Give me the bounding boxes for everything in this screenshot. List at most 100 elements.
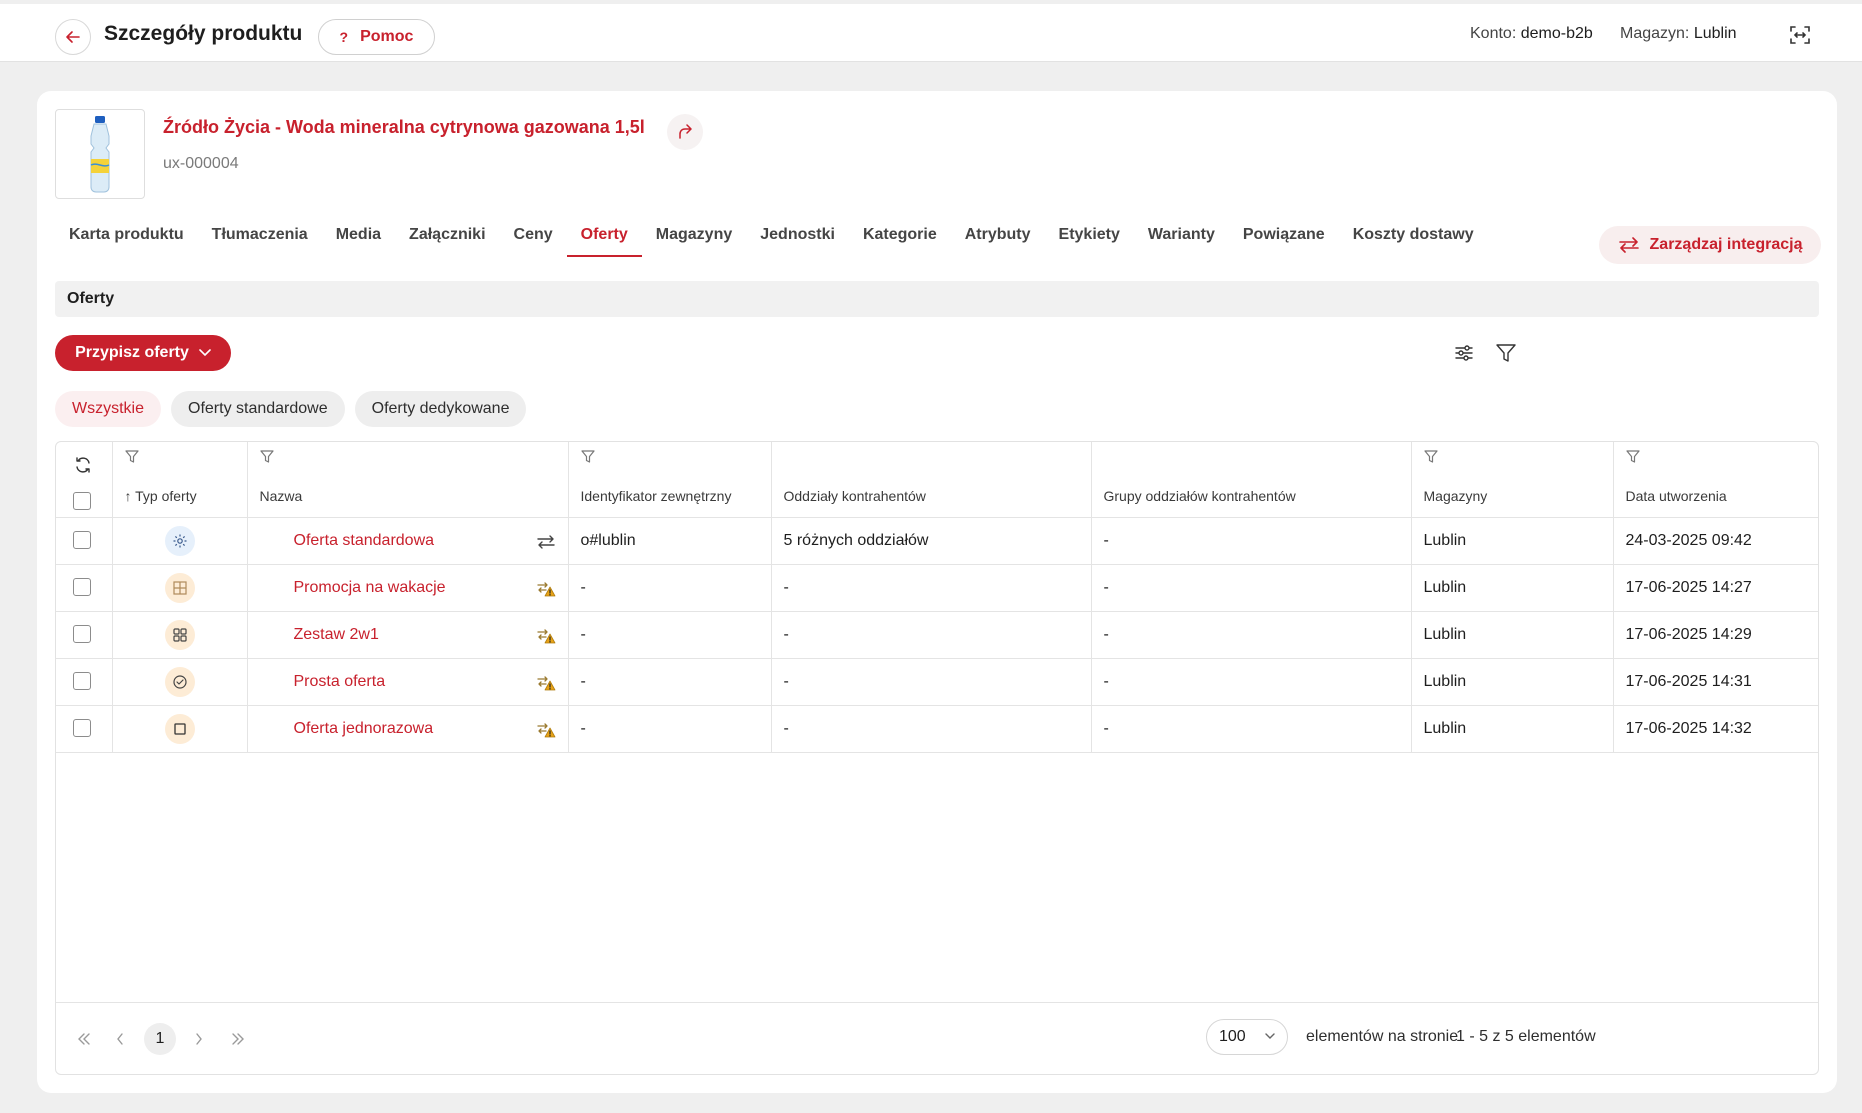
column-filter-icon[interactable]	[1423, 450, 1438, 464]
sync-warning-icon[interactable]	[536, 626, 556, 646]
row-checkbox[interactable]	[73, 531, 91, 550]
table-row[interactable]: Oferta standardowa o#lublin 5 różnych od…	[56, 517, 1818, 565]
header-select-cell	[56, 442, 113, 518]
branches-cell: -	[771, 658, 1092, 706]
row-checkbox[interactable]	[73, 578, 91, 597]
header-branches[interactable]: Oddziały kontrahentów	[771, 442, 1092, 518]
table-row[interactable]: Zestaw 2w1 - - - Lublin 17-06-2025 14:29	[56, 611, 1818, 659]
tab-media[interactable]: Media	[322, 221, 395, 257]
next-page-button[interactable]	[187, 1027, 211, 1051]
column-filter-icon[interactable]	[124, 450, 139, 464]
sync-warning-icon[interactable]	[536, 579, 556, 599]
prev-page-button[interactable]	[108, 1027, 132, 1051]
offer-name-link[interactable]: Oferta jednorazowa	[294, 720, 434, 737]
tab-magazyny[interactable]: Magazyny	[642, 221, 746, 257]
header-branch-groups[interactable]: Grupy oddziałów kontrahentów	[1091, 442, 1412, 518]
created-cell: 17-06-2025 14:29	[1613, 611, 1818, 659]
select-all-checkbox[interactable]	[73, 492, 91, 510]
tab-kategorie[interactable]: Kategorie	[849, 221, 951, 257]
tab-warianty[interactable]: Warianty	[1134, 221, 1229, 257]
header-type-label: ↑ Typ oferty	[124, 488, 197, 504]
header-type[interactable]: ↑ Typ oferty	[112, 442, 248, 518]
page-title: Szczegóły produktu	[104, 22, 303, 45]
first-page-button[interactable]	[72, 1027, 96, 1051]
share-arrow-icon	[679, 124, 692, 139]
fullscreen-button[interactable]	[1786, 21, 1814, 49]
column-settings-button[interactable]	[1450, 339, 1478, 367]
assign-offers-button[interactable]: Przypisz oferty	[55, 335, 231, 371]
offer-name-link[interactable]: Zestaw 2w1	[294, 626, 379, 643]
product-tabs: Karta produktu Tłumaczenia Media Załączn…	[55, 221, 1488, 257]
gear-icon	[164, 525, 195, 556]
last-page-button[interactable]	[226, 1027, 250, 1051]
created-cell: 17-06-2025 14:32	[1613, 705, 1818, 753]
tab-jednostki[interactable]: Jednostki	[746, 221, 849, 257]
help-button[interactable]: ? Pomoc	[318, 19, 435, 55]
sync-arrows-icon[interactable]	[536, 532, 556, 552]
sync-warning-icon[interactable]	[536, 720, 556, 740]
offer-name-link[interactable]: Promocja na wakacje	[294, 579, 446, 596]
tab-karta-produktu[interactable]: Karta produktu	[55, 221, 198, 257]
column-filter-icon[interactable]	[580, 450, 595, 464]
manage-integration-button[interactable]: Zarządzaj integracją	[1599, 226, 1821, 264]
account-info: Konto: demo-b2b	[1470, 25, 1593, 42]
branch-groups-cell: -	[1091, 611, 1412, 659]
product-name[interactable]: Źródło Życia - Woda mineralna cytrynowa …	[163, 117, 645, 138]
header-name[interactable]: Nazwa	[247, 442, 569, 518]
product-thumbnail[interactable]	[55, 109, 145, 199]
chevron-double-right-icon	[232, 1033, 244, 1045]
tab-oferty[interactable]: Oferty	[566, 221, 642, 257]
offer-name-link[interactable]: Oferta standardowa	[294, 532, 435, 549]
share-button[interactable]	[667, 114, 703, 150]
row-checkbox[interactable]	[73, 672, 91, 691]
table-row[interactable]: Oferta jednorazowa - - - Lublin 17-06-20…	[56, 705, 1818, 753]
pagination: 1 100 elementów na stronie 1 - 5 z 5 ele…	[56, 1002, 1818, 1074]
branch-groups-cell: -	[1091, 517, 1412, 565]
created-cell: 17-06-2025 14:27	[1613, 564, 1818, 612]
external-id-cell: -	[568, 705, 772, 753]
tab-etykiety[interactable]: Etykiety	[1045, 221, 1134, 257]
column-filter-icon[interactable]	[1625, 450, 1640, 464]
top-bar: Szczegóły produktu ? Pomoc Konto: demo-b…	[0, 4, 1862, 62]
question-icon: ?	[339, 29, 349, 45]
header-branches-label: Oddziały kontrahentów	[783, 488, 926, 504]
external-id-cell: o#lublin	[568, 517, 772, 565]
column-filter-icon[interactable]	[259, 450, 274, 464]
tab-koszty-dostawy[interactable]: Koszty dostawy	[1339, 221, 1488, 257]
table-row[interactable]: Promocja na wakacje - - - Lublin 17-06-2…	[56, 564, 1818, 612]
header-created[interactable]: Data utworzenia	[1613, 442, 1818, 518]
branch-groups-cell: -	[1091, 658, 1412, 706]
header-warehouses[interactable]: Magazyny	[1411, 442, 1614, 518]
warehouses-cell: Lublin	[1411, 705, 1614, 753]
tab-zalaczniki[interactable]: Załączniki	[395, 221, 499, 257]
filter-chip-dedicated[interactable]: Oferty dedykowane	[354, 391, 527, 427]
tab-tlumaczenia[interactable]: Tłumaczenia	[198, 221, 322, 257]
pagination-range: 1 - 5 z 5 elementów	[1456, 1028, 1596, 1045]
row-checkbox[interactable]	[73, 625, 91, 644]
warehouses-cell: Lublin	[1411, 564, 1614, 612]
header-external-id[interactable]: Identyfikator zewnętrzny	[568, 442, 772, 518]
row-checkbox[interactable]	[73, 719, 91, 738]
offer-name-link[interactable]: Prosta oferta	[294, 673, 386, 690]
filter-button[interactable]	[1492, 339, 1520, 367]
tab-powiazane[interactable]: Powiązane	[1229, 221, 1339, 257]
back-button[interactable]	[55, 19, 91, 55]
created-cell: 17-06-2025 14:31	[1613, 658, 1818, 706]
offers-table: ↑ Typ oferty Nazwa Identyfikator zewnętr…	[55, 441, 1819, 1075]
filter-chip-standard[interactable]: Oferty standardowe	[171, 391, 345, 427]
branches-cell: -	[771, 564, 1092, 612]
page-number-current[interactable]: 1	[144, 1023, 176, 1055]
filter-chip-all[interactable]: Wszystkie	[55, 391, 161, 427]
table-row[interactable]: Prosta oferta - - - Lublin 17-06-2025 14…	[56, 658, 1818, 706]
tab-ceny[interactable]: Ceny	[500, 221, 567, 257]
fullscreen-icon	[1790, 26, 1810, 44]
refresh-icon[interactable]	[74, 456, 92, 474]
section-header: Oferty	[55, 281, 1819, 317]
chevron-left-icon	[117, 1033, 123, 1045]
tab-atrybuty[interactable]: Atrybuty	[951, 221, 1045, 257]
page-size-select[interactable]: 100	[1206, 1019, 1288, 1055]
swap-arrows-icon	[1618, 237, 1639, 253]
help-button-label: Pomoc	[360, 28, 414, 45]
header-name-label: Nazwa	[259, 488, 303, 504]
sync-warning-icon[interactable]	[536, 673, 556, 693]
